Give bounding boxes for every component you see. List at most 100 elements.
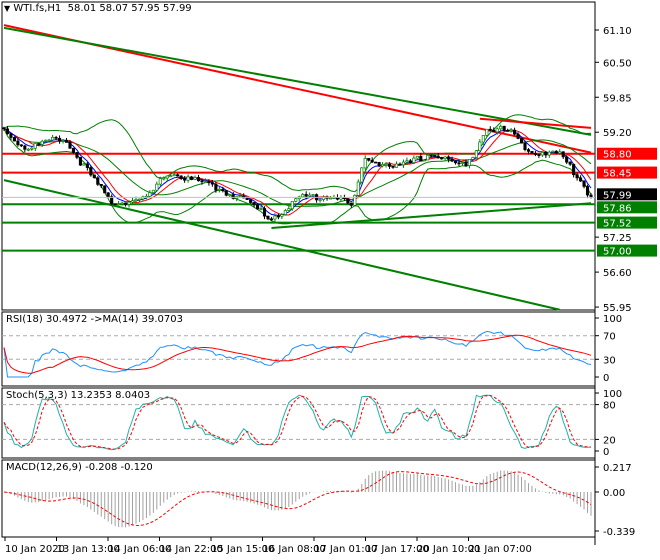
candle-body <box>346 198 350 204</box>
candle-body <box>492 129 496 133</box>
candle-body <box>568 161 572 165</box>
indicator-tick-label: 0.217 <box>603 463 632 474</box>
candle-body <box>186 176 190 181</box>
candle-body <box>443 156 447 160</box>
candle-body <box>415 155 419 159</box>
level-tag: 58.80 <box>603 150 632 161</box>
candle-body <box>579 177 583 182</box>
candle-body <box>565 156 569 163</box>
level-tag: 57.52 <box>603 219 632 230</box>
indicator-tick-label: 100 <box>603 314 622 325</box>
candle-body <box>9 133 13 138</box>
candle-body <box>165 175 169 179</box>
candle-body <box>457 162 461 165</box>
candle-body <box>127 201 131 205</box>
candle-body <box>5 128 10 134</box>
candle-body <box>429 154 433 157</box>
candle-body <box>513 129 517 135</box>
candle-body <box>203 181 208 183</box>
candle-body <box>464 162 468 166</box>
indicator-tick-label: 80 <box>603 401 616 412</box>
candle-body <box>353 194 357 206</box>
candle-body <box>158 178 162 185</box>
candle-body <box>401 161 405 166</box>
candle-body <box>273 215 277 220</box>
indicator-tick-label: 70 <box>603 332 616 343</box>
candle-body <box>478 141 482 152</box>
candle-body <box>287 208 291 211</box>
candle-body <box>440 157 444 160</box>
candle-body <box>582 180 586 187</box>
candle-body <box>356 181 360 196</box>
candle-body <box>523 142 527 150</box>
trendline-1 <box>3 26 592 136</box>
indicator-tick-label: 20 <box>603 435 616 446</box>
candle-body <box>19 144 23 147</box>
candle-body <box>283 210 287 215</box>
candle-body <box>419 155 423 162</box>
candle-body <box>506 130 510 132</box>
candle-body <box>252 202 256 206</box>
candle-body <box>200 180 204 183</box>
candle-body <box>471 157 475 160</box>
candle-body <box>64 140 69 143</box>
candle-body <box>169 175 173 178</box>
chart-canvas[interactable]: 61.10 60.50 59.85 59.20 57.25 56.60 55.95 57.99… <box>0 0 660 560</box>
candle-body <box>519 138 524 144</box>
trading-chart-window: 61.10 60.50 59.85 59.20 57.25 56.60 55.95 57.99… <box>0 0 660 560</box>
candle-body <box>540 151 544 156</box>
time-tick-label: 21 Jan 07:00 <box>469 544 532 555</box>
indicator-tick-label: -0.339 <box>603 527 635 538</box>
candle-body <box>308 194 312 197</box>
candle-body <box>224 190 228 196</box>
candle-body <box>130 200 135 203</box>
candle-body <box>71 147 76 153</box>
candle-body <box>16 140 20 146</box>
level-tag: 57.00 <box>603 247 632 258</box>
candle-body <box>499 125 503 130</box>
candle-body <box>106 192 110 197</box>
candle-body <box>526 149 531 152</box>
indicator-tick-label: 0 <box>603 447 609 458</box>
price-tick-label: 57.25 <box>603 233 632 244</box>
candle-body <box>23 145 27 150</box>
triangle-down-icon[interactable]: ▼ <box>4 4 10 13</box>
candle-body <box>134 198 138 202</box>
candle-body <box>384 163 388 166</box>
candle-body <box>394 163 399 168</box>
candle-body <box>245 197 249 200</box>
price-tick-label: 59.85 <box>603 93 632 104</box>
candle-body <box>214 183 218 191</box>
rsi-line <box>3 330 592 378</box>
candle-body <box>151 189 155 193</box>
macd-title: MACD(12,26,9) -0.208 -0.120 <box>6 462 153 473</box>
candle-body <box>162 177 166 180</box>
candle-body <box>558 151 562 154</box>
candle-body <box>387 163 392 167</box>
candle-body <box>408 160 412 163</box>
candle-body <box>75 152 79 158</box>
candle-body <box>533 153 537 155</box>
panel-frame-0 <box>1 1 596 311</box>
candle-body <box>228 194 232 196</box>
candle-body <box>137 198 142 201</box>
candle-body <box>183 178 187 181</box>
chart-header: ▼ WTI.fs,H1 58.01 58.07 57.95 57.99 <box>4 3 192 14</box>
rsi-title: RSI(18) 30.4972 ->MA(14) 39.0703 <box>6 314 183 325</box>
candle-body <box>99 184 103 187</box>
candle-body <box>544 151 548 156</box>
candle-body <box>37 143 41 145</box>
candle-body <box>47 139 51 142</box>
price-tick-label: 59.20 <box>603 128 632 139</box>
candle-body <box>217 188 221 191</box>
candle-body <box>502 125 506 131</box>
level-tag: 58.45 <box>603 169 632 180</box>
ohlc-readout: 58.01 58.07 57.95 57.99 <box>67 3 192 14</box>
candle-body <box>554 150 558 154</box>
candle-body <box>172 174 176 177</box>
candle-body <box>304 194 308 197</box>
candle-body <box>117 203 121 206</box>
stoch-title: Stoch(5,3,3) 13.2353 8.0403 <box>6 390 151 401</box>
price-tick-label: 61.10 <box>603 26 632 37</box>
candle-body <box>124 202 128 205</box>
